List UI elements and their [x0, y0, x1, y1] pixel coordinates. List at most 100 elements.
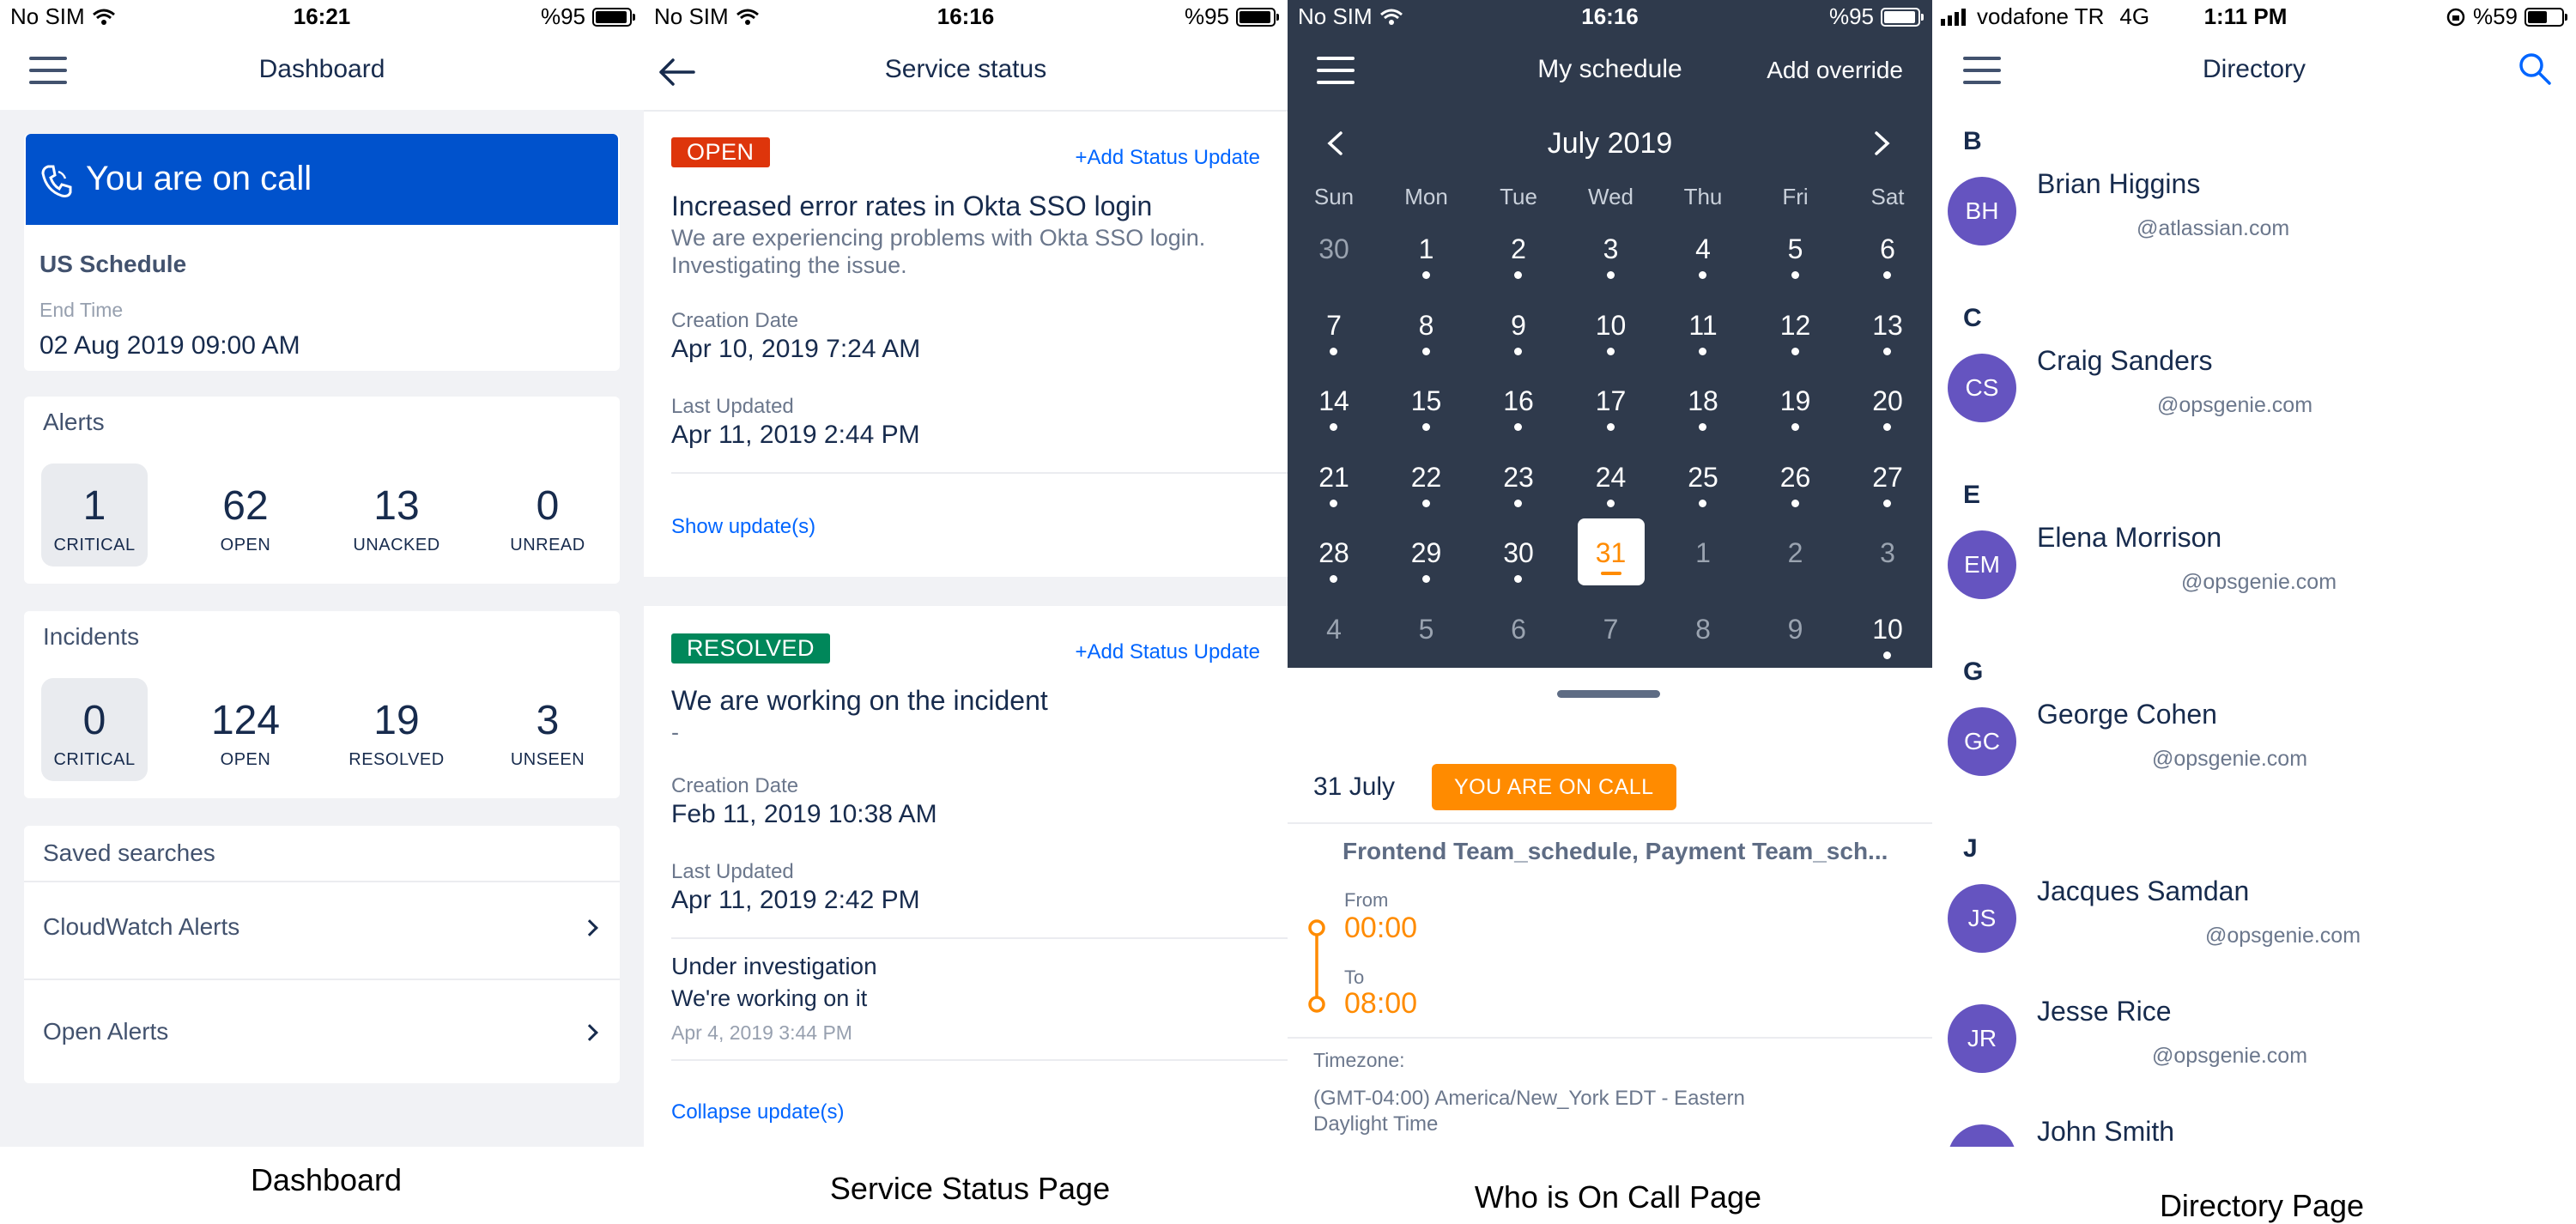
- event-dot: [1514, 347, 1522, 355]
- caption-dashboard: Dashboard: [250, 1162, 403, 1197]
- contact-name: Jesse Rice: [2037, 996, 2172, 1027]
- on-call-marker: [1600, 572, 1621, 575]
- contact-name: George Cohen: [2037, 699, 2217, 730]
- event-dot: [1883, 499, 1891, 507]
- calendar-day[interactable]: 14: [1300, 385, 1368, 417]
- next-month-icon[interactable]: [1873, 130, 1892, 156]
- section-letter: J: [1963, 834, 1978, 863]
- saved-search-item[interactable]: CloudWatch Alerts: [24, 884, 620, 979]
- calendar-day[interactable]: 12: [1761, 310, 1830, 342]
- page-title: Directory: [2202, 55, 2306, 83]
- event-dot: [1883, 347, 1891, 355]
- caption-directory: Directory Page: [2159, 1188, 2365, 1223]
- contact-row[interactable]: EM Elena Morrison @opsgenie.com: [1932, 522, 2576, 606]
- battery-percent: %59: [2472, 3, 2518, 29]
- calendar-day[interactable]: 9: [1761, 614, 1830, 645]
- calendar-day[interactable]: 11: [1669, 310, 1737, 342]
- calendar-day[interactable]: 7: [1300, 310, 1368, 342]
- calendar-day[interactable]: 21: [1300, 462, 1368, 494]
- calendar-day[interactable]: 20: [1853, 385, 1922, 417]
- contact-row[interactable]: GC George Cohen @opsgenie.com: [1932, 699, 2576, 783]
- stat-label: UNREAD: [510, 536, 585, 554]
- status-badge-open: OPEN: [671, 137, 770, 167]
- stat-label: RESOLVED: [349, 750, 445, 769]
- calendar-day[interactable]: 5: [1392, 614, 1461, 645]
- event-dot: [1514, 499, 1522, 507]
- saved-search-item[interactable]: Open Alerts: [24, 982, 620, 1080]
- calendar-day[interactable]: 30: [1484, 537, 1553, 569]
- event-dot: [1883, 423, 1891, 431]
- calendar-day[interactable]: 4: [1669, 233, 1737, 265]
- calendar-day[interactable]: 13: [1853, 310, 1922, 342]
- calendar-day[interactable]: 1: [1392, 233, 1461, 265]
- calendar-day[interactable]: 6: [1484, 614, 1553, 645]
- event-dot: [1330, 423, 1337, 431]
- incident-description-line: Investigating the issue.: [671, 252, 907, 278]
- calendar-day[interactable]: 18: [1669, 385, 1737, 417]
- last-updated-value: Apr 11, 2019 2:42 PM: [671, 886, 920, 914]
- contact-row[interactable]: JR Jesse Rice @opsgenie.com: [1932, 996, 2576, 1080]
- calendar-day[interactable]: 26: [1761, 462, 1830, 494]
- stat-value: 124: [210, 698, 281, 743]
- contact-row[interactable]: JS John Smith: [1932, 1116, 2576, 1147]
- collapse-updates-link[interactable]: Collapse update(s): [671, 1100, 844, 1124]
- event-dot: [1791, 347, 1799, 355]
- add-status-update-link[interactable]: +Add Status Update: [1076, 146, 1260, 170]
- calendar-day[interactable]: 5: [1761, 233, 1830, 265]
- calendar-day-selected[interactable]: 31: [1577, 537, 1646, 569]
- calendar-day[interactable]: 10: [1577, 310, 1646, 342]
- calendar-day[interactable]: 16: [1484, 385, 1553, 417]
- calendar-day[interactable]: 6: [1853, 233, 1922, 265]
- calendar-day[interactable]: 10: [1853, 614, 1922, 645]
- contact-row[interactable]: JS Jacques Samdan @opsgenie.com: [1932, 876, 2576, 960]
- schedule-names: Frontend Team_schedule, Payment Team_sch…: [1343, 838, 1888, 864]
- event-dot: [1330, 575, 1337, 583]
- timeline-icon: [1308, 919, 1325, 1013]
- calendar-day[interactable]: 30: [1300, 233, 1368, 265]
- calendar-day[interactable]: 9: [1484, 310, 1553, 342]
- calendar-day[interactable]: 29: [1392, 537, 1461, 569]
- calendar-day[interactable]: 1: [1669, 537, 1737, 569]
- calendar-day[interactable]: 23: [1484, 462, 1553, 494]
- section-letter: B: [1963, 127, 1982, 155]
- calendar-day[interactable]: 27: [1853, 462, 1922, 494]
- status-badge-resolved: RESOLVED: [671, 633, 831, 664]
- calendar-day[interactable]: 15: [1392, 385, 1461, 417]
- event-dot: [1699, 499, 1706, 507]
- calendar-day[interactable]: 3: [1853, 537, 1922, 569]
- avatar: JS: [1948, 1124, 2016, 1147]
- calendar-day[interactable]: 4: [1300, 614, 1368, 645]
- weekday-label: Mon: [1404, 184, 1448, 209]
- contact-row[interactable]: BH Brian Higgins @atlassian.com: [1932, 168, 2576, 252]
- event-dot: [1883, 271, 1891, 279]
- add-status-update-link[interactable]: +Add Status Update: [1076, 640, 1260, 664]
- battery-percent: %95: [1184, 3, 1229, 29]
- calendar-day[interactable]: 8: [1392, 310, 1461, 342]
- on-call-badge: YOU ARE ON CALL: [1432, 764, 1676, 810]
- calendar-day[interactable]: 24: [1577, 462, 1646, 494]
- status-bar-battery: %95: [1829, 3, 1924, 30]
- calendar-day[interactable]: 7: [1577, 614, 1646, 645]
- last-updated-value: Apr 11, 2019 2:44 PM: [671, 421, 920, 449]
- calendar-day[interactable]: 3: [1577, 233, 1646, 265]
- calendar-day[interactable]: 8: [1669, 614, 1737, 645]
- calendar-day[interactable]: 2: [1761, 537, 1830, 569]
- calendar-day[interactable]: 28: [1300, 537, 1368, 569]
- drag-handle[interactable]: [1557, 690, 1660, 698]
- calendar-day[interactable]: 2: [1484, 233, 1553, 265]
- calendar-day[interactable]: 22: [1392, 462, 1461, 494]
- show-updates-link[interactable]: Show update(s): [671, 515, 815, 539]
- event-dot: [1699, 347, 1706, 355]
- avatar: BH: [1948, 177, 2016, 245]
- on-call-text: You are on call: [86, 160, 312, 197]
- incident-description: -: [671, 719, 679, 745]
- on-call-banner[interactable]: You are on call: [26, 134, 618, 225]
- calendar-day[interactable]: 19: [1761, 385, 1830, 417]
- contact-row[interactable]: CS Craig Sanders @opsgenie.com: [1932, 345, 2576, 429]
- event-dot: [1791, 271, 1799, 279]
- calendar-day[interactable]: 25: [1669, 462, 1737, 494]
- event-dot: [1421, 271, 1430, 279]
- search-icon[interactable]: [2518, 52, 2552, 86]
- add-override-button[interactable]: Add override: [1767, 57, 1903, 84]
- calendar-day[interactable]: 17: [1577, 385, 1646, 417]
